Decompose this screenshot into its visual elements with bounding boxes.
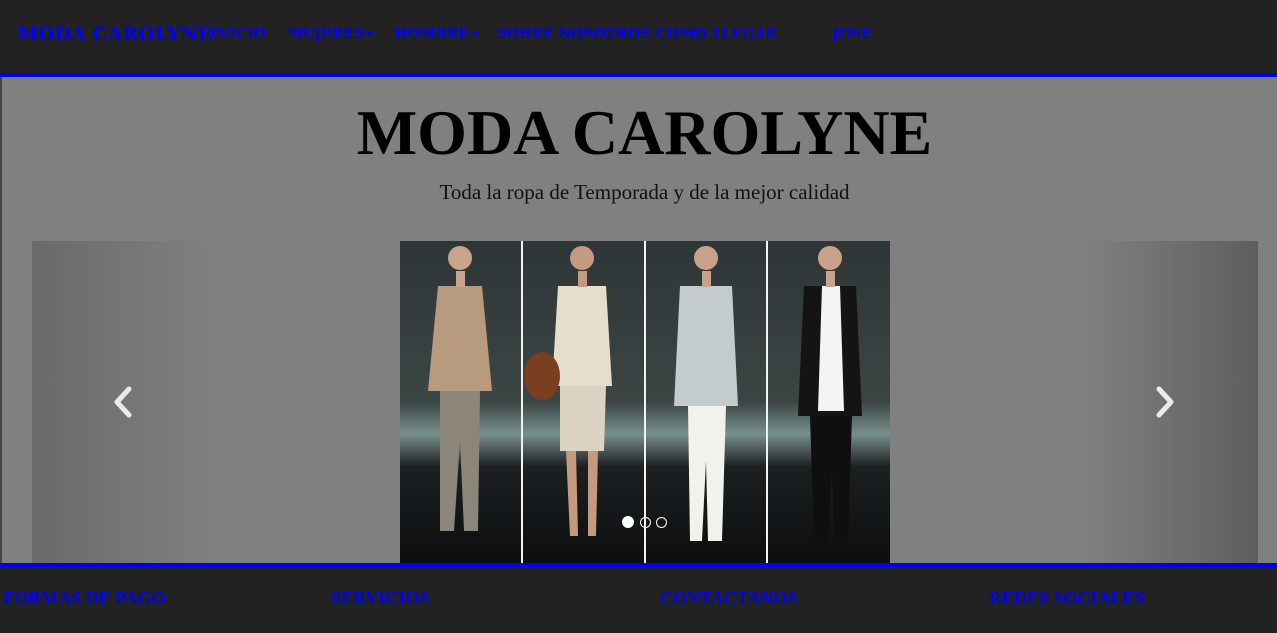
caret-down-icon xyxy=(471,32,480,36)
carousel-indicators xyxy=(622,516,682,530)
nav-como-llegar[interactable]: COMO LLEGAR xyxy=(656,26,777,42)
footer-heading-contactanos[interactable]: CONTACTANOS xyxy=(660,588,797,609)
carousel-slide-image xyxy=(400,241,890,563)
hero-subtitle: Toda la ropa de Temporada y de la mejor … xyxy=(439,180,850,204)
slide-divider xyxy=(521,241,523,563)
nav-mujeres-dropdown[interactable]: MUJERES xyxy=(287,26,375,42)
chevron-right-icon xyxy=(1156,386,1174,418)
caret-down-icon xyxy=(366,32,375,36)
nav-inicio[interactable]: INICIO xyxy=(210,26,266,42)
nav-hombre-dropdown[interactable]: HOMBRE xyxy=(394,26,480,42)
navbar-divider xyxy=(0,73,1277,77)
brand-link[interactable]: MODA CAROLYNE xyxy=(17,23,212,45)
nav-user-label: JOSE xyxy=(832,26,872,42)
nav-inicio-label: INICIO xyxy=(210,26,266,42)
nav-hombre-label: HOMBRE xyxy=(394,26,470,42)
footer-heading-redes-sociales[interactable]: REDES SOCIALES xyxy=(989,588,1145,609)
footer-heading-servicios[interactable]: SERVICIOS xyxy=(331,588,429,609)
slide-divider xyxy=(644,241,646,563)
slide-divider xyxy=(766,241,768,563)
nav-sobre-nosotros[interactable]: SOBRE NOSOTROS xyxy=(497,26,650,42)
footer: FORMAS DE PAGO SERVICIOS CONTACTANOS RED… xyxy=(0,563,1277,633)
nav-user-jose[interactable]: JOSE xyxy=(832,26,872,42)
carousel-prev-button[interactable] xyxy=(32,241,213,563)
nav-sobre-nosotros-label: SOBRE NOSOTROS xyxy=(497,26,650,42)
carousel-indicator-2[interactable] xyxy=(640,517,651,528)
chevron-left-icon xyxy=(114,386,132,418)
carousel-next-button[interactable] xyxy=(1086,241,1258,563)
carousel xyxy=(32,241,1258,563)
footer-heading-formas-de-pago[interactable]: FORMAS DE PAGO xyxy=(3,588,166,609)
footer-divider xyxy=(0,563,1277,567)
hero-title: MODA CAROLYNE xyxy=(356,97,933,168)
nav-mujeres-label: MUJERES xyxy=(287,26,365,42)
carousel-indicator-3[interactable] xyxy=(656,517,667,528)
nav-como-llegar-label: COMO LLEGAR xyxy=(656,26,777,42)
carousel-indicator-1[interactable] xyxy=(622,516,634,528)
navbar: MODA CAROLYNE INICIO MUJERES HOMBRE SOBR… xyxy=(0,0,1277,74)
